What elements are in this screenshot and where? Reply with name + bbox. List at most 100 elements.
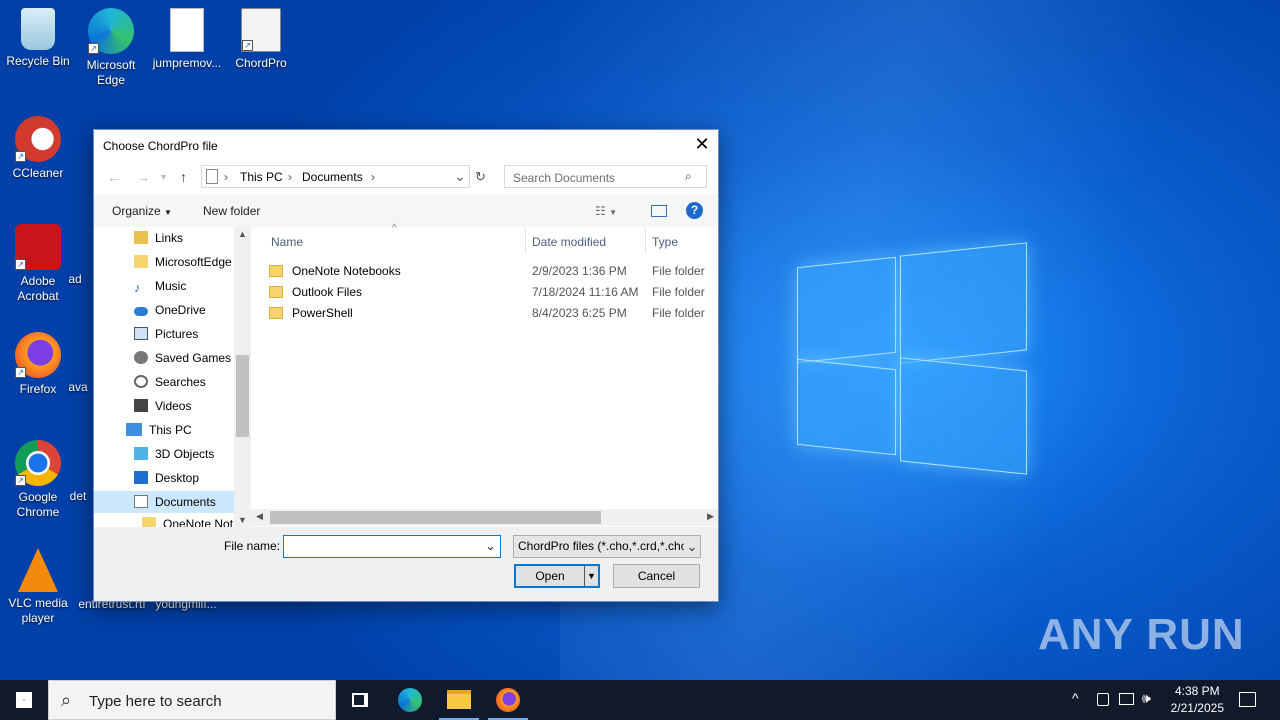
file-row[interactable]: Outlook Files 7/18/2024 11:16 AM File fo… [269,282,719,303]
clock-time: 4:38 PM [1174,684,1220,698]
file-list-hscrollbar[interactable]: ◀ ▶ [251,509,718,526]
scroll-right-icon[interactable]: ▶ [707,511,714,522]
pictures-icon [134,327,148,340]
column-header-name[interactable]: Name [271,235,303,249]
column-header-type[interactable]: Type [652,235,678,249]
desktop-icon-jumpremov[interactable]: jumpremov... [149,8,225,71]
navigation-bar: ← → ▾ ↑ › This PC › Documents › ⌄ ↻ Sear… [94,160,718,194]
tree-item-saved-games[interactable]: Saved Games [134,347,231,369]
desktop-icon-vlc[interactable]: VLC media player [0,548,76,626]
device-icon[interactable] [1097,693,1109,706]
tree-item-videos[interactable]: Videos [134,395,191,417]
chevron-down-icon: ▼ [164,208,172,217]
close-button[interactable]: ✕ [686,130,718,160]
taskbar-file-explorer[interactable] [435,680,483,720]
tree-scrollbar-thumb[interactable] [236,355,249,437]
scroll-left-icon[interactable]: ◀ [256,511,263,522]
tree-item-links[interactable]: Links [134,227,183,249]
breadcrumb-this-pc[interactable]: This PC [240,170,283,184]
file-name-input[interactable]: ⌄ [283,535,501,558]
chordpro-icon: ↗ [241,8,281,52]
file-type-select[interactable]: ChordPro files (*.cho,*.crd,*.chopro) ⌄ [513,535,701,558]
address-bar[interactable]: › This PC › Documents › ⌄ [201,165,470,188]
tree-item-documents[interactable]: Documents [94,491,234,513]
desktop-icon-chordpro[interactable]: ↗ ChordPro [223,8,299,71]
notifications-icon[interactable] [1239,692,1256,707]
forward-button[interactable]: → [136,169,150,185]
firefox-icon [496,688,520,712]
tree-item-onedrive[interactable]: OneDrive [134,299,206,321]
tree-item-searches[interactable]: Searches [134,371,206,393]
file-row[interactable]: PowerShell 8/4/2023 6:25 PM File folder [269,303,719,324]
acrobat-icon: ↗ [15,224,61,270]
taskbar-search[interactable]: ⌕ Type here to search [48,680,336,720]
open-button[interactable]: Open ▼ [514,564,600,588]
cancel-button[interactable]: Cancel [613,564,700,588]
scroll-down-icon[interactable]: ▼ [238,515,247,525]
volume-icon[interactable]: 🕪 [1142,690,1151,707]
edge-icon [398,688,422,712]
desktop-icon-acrobat[interactable]: ↗ Adobe Acrobat [0,224,76,304]
tree-item-onenote[interactable]: OneNote Not [142,513,233,527]
videos-icon [134,399,148,412]
breadcrumb-chevron-icon: › [288,170,292,184]
search-icon [134,375,148,388]
recent-locations-button[interactable]: ▾ [161,172,166,183]
choose-file-dialog: Choose ChordPro file ✕ ← → ▾ ↑ › This PC… [93,129,719,602]
desktop-icon [134,471,148,484]
tree-item-music[interactable]: ♪ Music [134,275,186,297]
file-row[interactable]: OneNote Notebooks 2/9/2023 1:36 PM File … [269,261,719,282]
tree-scrollbar[interactable]: ▲ ▼ [234,227,251,527]
start-button[interactable] [0,680,48,720]
folder-icon [142,517,156,527]
tree-item-microsoftedge[interactable]: MicrosoftEdge [134,251,232,273]
firefox-icon: ↗ [15,332,61,378]
taskbar-firefox[interactable] [484,680,532,720]
folder-icon [269,265,283,277]
task-view-button[interactable] [336,680,384,720]
help-button[interactable]: ? [686,202,703,219]
scroll-up-icon[interactable]: ▲ [238,229,247,239]
tree-item-desktop[interactable]: Desktop [134,467,199,489]
image-file-icon [170,8,204,52]
navigation-tree: Links MicrosoftEdge ♪ Music OneDrive Pict… [94,227,250,527]
refresh-icon[interactable]: ↻ [475,169,486,185]
vlc-icon [18,548,58,592]
desktop-icon-chrome[interactable]: ↗ Google Chrome [0,440,76,520]
system-clock[interactable]: 4:38 PM 2/21/2025 [1171,683,1224,717]
saved-games-icon [134,351,148,364]
taskbar-edge[interactable] [386,680,434,720]
new-folder-button[interactable]: New folder [203,204,260,218]
open-split-dropdown-icon[interactable]: ▼ [584,566,598,586]
hscrollbar-thumb[interactable] [270,511,601,524]
column-header-date[interactable]: Date modified [532,235,606,249]
command-toolbar: Organize ▼ New folder ☷ ▼ ? [94,194,718,227]
documents-icon [134,495,148,508]
tree-item-this-pc[interactable]: This PC [126,419,192,441]
folder-icon [269,307,283,319]
network-icon[interactable] [1119,693,1134,705]
show-hidden-icons-icon[interactable]: ^ [1072,690,1079,706]
folder-icon [134,255,148,268]
preview-pane-icon[interactable] [651,205,667,217]
organize-button[interactable]: Organize ▼ [112,204,172,218]
up-button[interactable]: ↑ [180,169,187,185]
file-explorer-icon [447,690,471,709]
tree-item-pictures[interactable]: Pictures [134,323,198,345]
breadcrumb-chevron-icon: › [224,170,228,184]
desktop-icon-edge[interactable]: ↗ Microsoft Edge [73,8,149,88]
chevron-down-icon[interactable]: ⌄ [485,538,496,554]
desktop-icon-recycle-bin[interactable]: Recycle Bin [0,8,76,69]
breadcrumb-chevron-icon: › [371,170,375,184]
address-dropdown-icon[interactable]: ⌄ [454,168,466,185]
music-icon: ♪ [134,280,141,295]
column-divider [645,227,646,253]
tree-item-3d-objects[interactable]: 3D Objects [134,443,214,465]
documents-location-icon [206,169,218,184]
breadcrumb-documents[interactable]: Documents [302,170,363,184]
search-input[interactable]: Search Documents ⌕ [504,165,707,188]
view-options-icon[interactable]: ☷ ▼ [595,204,617,218]
column-divider [525,227,526,253]
back-button[interactable]: ← [107,169,121,185]
desktop-icon-ccleaner[interactable]: ↗ CCleaner [0,116,76,181]
